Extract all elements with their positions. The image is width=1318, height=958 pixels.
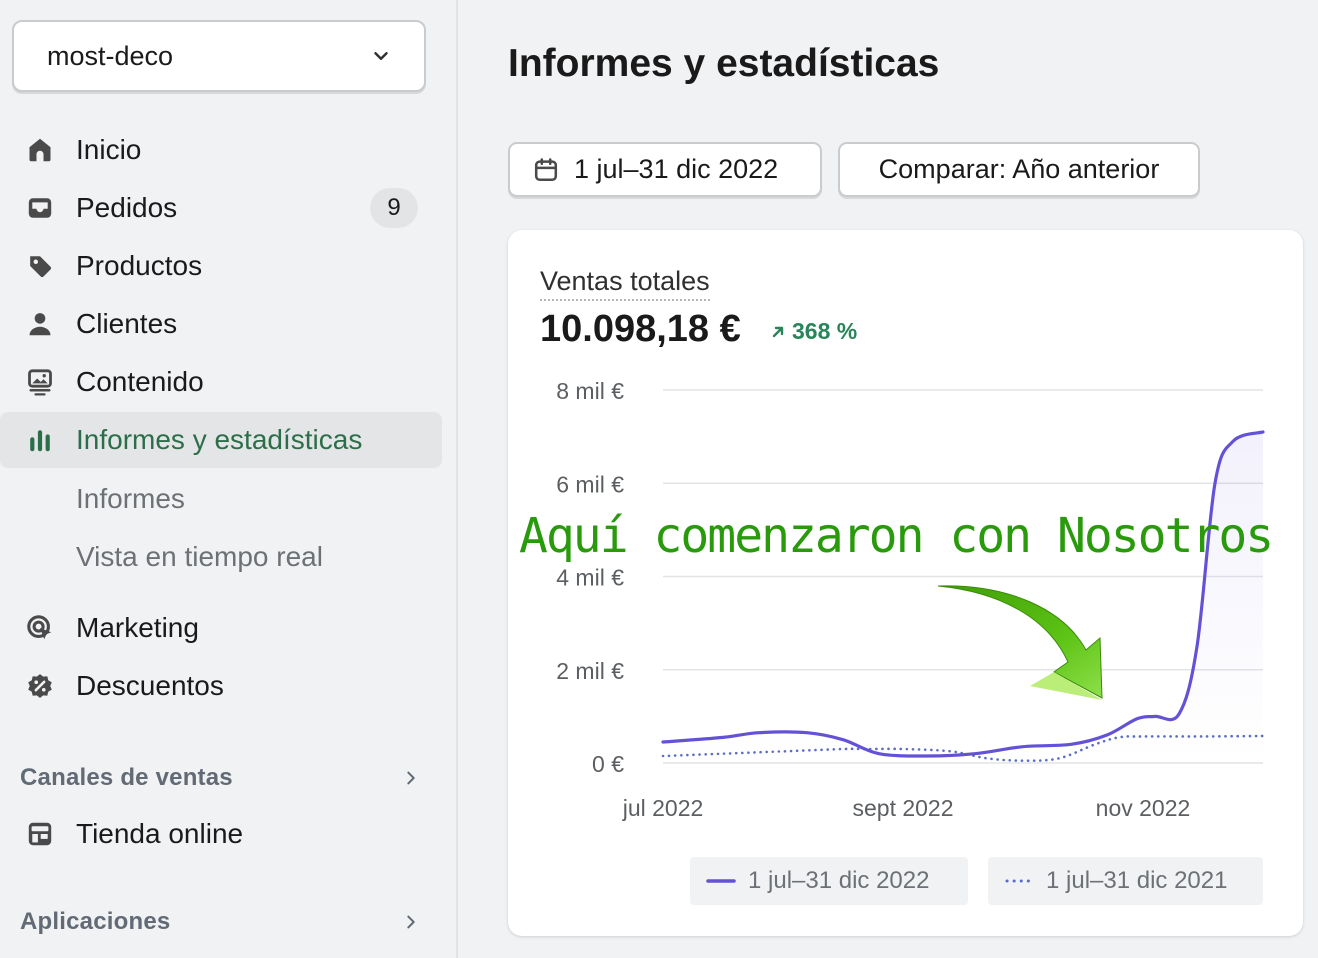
sidebar: most-deco Inicio Pedidos 9 Productos Cli… bbox=[0, 0, 458, 958]
compare-label: Comparar: Año anterior bbox=[878, 154, 1160, 184]
image-icon bbox=[26, 368, 54, 396]
orders-count-badge: 9 bbox=[370, 188, 418, 228]
nav-subitem-vista-tiempo-real[interactable]: Vista en tiempo real bbox=[0, 528, 442, 586]
total-sales-label[interactable]: Ventas totales bbox=[540, 266, 710, 301]
nav-item-inicio[interactable]: Inicio bbox=[0, 122, 442, 178]
nav-label: Inicio bbox=[76, 134, 142, 165]
date-range-label: 1 jul–31 dic 2022 bbox=[574, 154, 779, 184]
nav-label: Contenido bbox=[76, 366, 204, 397]
arrow-up-right-icon bbox=[772, 326, 784, 337]
store-selector[interactable]: most-deco bbox=[12, 20, 426, 92]
nav-label: Productos bbox=[76, 250, 203, 281]
person-icon bbox=[26, 310, 54, 338]
discount-icon bbox=[26, 672, 54, 700]
home-icon bbox=[26, 136, 54, 164]
chevron-down-icon bbox=[374, 52, 388, 60]
section-label: Aplicaciones bbox=[20, 908, 171, 935]
legend-line-dotted bbox=[1005, 879, 1034, 883]
nav-label: Clientes bbox=[76, 308, 178, 339]
nav-label: Descuentos bbox=[76, 670, 224, 701]
calendar-icon bbox=[534, 157, 558, 181]
bar-chart-icon bbox=[26, 426, 54, 454]
nav-item-marketing[interactable]: Marketing bbox=[0, 600, 442, 656]
legend-label: 1 jul–31 dic 2021 bbox=[1046, 867, 1228, 894]
legend-item-2021[interactable]: 1 jul–31 dic 2021 bbox=[988, 857, 1263, 905]
nav-label: Informes y estadísticas bbox=[76, 424, 363, 455]
annotation-arrow-icon bbox=[937, 585, 1103, 700]
nav-item-contenido[interactable]: Contenido bbox=[0, 354, 442, 410]
store-name: most-deco bbox=[47, 40, 174, 71]
sales-delta-value: 368 % bbox=[792, 318, 858, 344]
nav-item-productos[interactable]: Productos bbox=[0, 238, 442, 294]
nav-label: Tienda online bbox=[76, 818, 244, 849]
sales-delta: 368 % bbox=[770, 318, 857, 345]
nav-item-clientes[interactable]: Clientes bbox=[0, 296, 442, 352]
date-range-button[interactable]: 1 jul–31 dic 2022 bbox=[508, 142, 822, 197]
main-nav: Inicio Pedidos 9 Productos Clientes Cont… bbox=[0, 122, 442, 716]
chevron-right-icon bbox=[407, 771, 415, 785]
nav-label: Marketing bbox=[76, 612, 199, 643]
nav-item-tienda-online[interactable]: Tienda online bbox=[0, 806, 442, 862]
chevron-right-icon bbox=[407, 915, 415, 929]
legend-item-2022[interactable]: 1 jul–31 dic 2022 bbox=[690, 857, 968, 905]
nav-label: Pedidos bbox=[76, 192, 178, 223]
nav-item-descuentos[interactable]: Descuentos bbox=[0, 658, 442, 714]
store-icon bbox=[26, 820, 54, 848]
target-icon bbox=[26, 614, 54, 642]
legend-line-solid bbox=[706, 879, 736, 883]
section-canales-de-ventas[interactable]: Canales de ventas bbox=[20, 764, 420, 792]
page-title: Informes y estadísticas bbox=[508, 42, 940, 85]
compare-button[interactable]: Comparar: Año anterior bbox=[838, 142, 1200, 197]
inbox-icon bbox=[26, 194, 54, 222]
annotation-text: Aquí comenzaron con Nosotros bbox=[519, 508, 1274, 564]
legend-label: 1 jul–31 dic 2022 bbox=[748, 867, 930, 894]
nav-item-informes-estadisticas[interactable]: Informes y estadísticas bbox=[0, 412, 442, 468]
nav-subitem-informes[interactable]: Informes bbox=[0, 470, 442, 528]
section-aplicaciones[interactable]: Aplicaciones bbox=[20, 908, 420, 936]
tag-icon bbox=[26, 252, 54, 280]
section-label: Canales de ventas bbox=[20, 764, 233, 791]
nav-item-pedidos[interactable]: Pedidos 9 bbox=[0, 180, 442, 236]
total-sales-value: 10.098,18 € bbox=[540, 308, 741, 350]
total-sales-card: Ventas totales 10.098,18 € 368 % bbox=[508, 230, 1303, 936]
